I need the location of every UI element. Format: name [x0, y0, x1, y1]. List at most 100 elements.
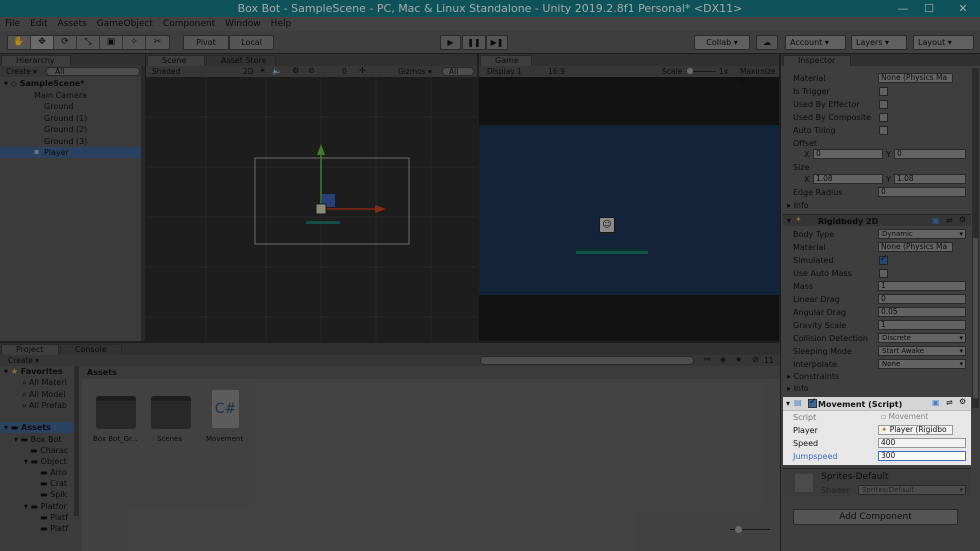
tab-inspector[interactable]: Inspector	[783, 55, 851, 66]
linear-drag-field[interactable]: 0	[878, 294, 966, 304]
assets-folder[interactable]: ▾ ▬ Assets	[0, 422, 80, 433]
size-x-field[interactable]: 1.08	[813, 174, 883, 184]
preset-icon[interactable]: ⇌	[946, 216, 953, 225]
scene-search-input[interactable]: All	[442, 67, 474, 76]
gravity-scale-field[interactable]: 1	[878, 320, 966, 330]
is-trigger-checkbox[interactable]	[879, 87, 888, 96]
hierarchy-item[interactable]: Ground	[44, 102, 73, 111]
movement-enabled-checkbox[interactable]	[808, 397, 817, 408]
maximize-button[interactable]: ☐	[918, 0, 940, 17]
menu-window[interactable]: Window	[220, 19, 266, 29]
tab-project[interactable]: Project	[1, 344, 59, 355]
game-viewport[interactable]: ☺	[479, 125, 779, 295]
hierarchy-item[interactable]: Ground (2)	[44, 125, 87, 134]
collider-material-field[interactable]: None (Physics Ma	[878, 73, 953, 83]
size-y-field[interactable]: 1.08	[894, 174, 966, 184]
hand-tool-icon[interactable]: ✋	[8, 36, 31, 49]
tab-scene[interactable]: Scene	[147, 55, 205, 66]
angular-drag-field[interactable]: 0.05	[878, 307, 966, 317]
simulated-checkbox[interactable]	[879, 254, 888, 265]
menu-file[interactable]: File	[0, 19, 25, 29]
minimize-button[interactable]: —	[892, 0, 914, 17]
hidden-packages-icon[interactable]: ⊘	[752, 355, 759, 364]
rotate-tool-icon[interactable]: ⟳	[54, 36, 77, 49]
tab-hierarchy[interactable]: Hierarchy	[1, 55, 71, 66]
cloud-icon[interactable]: ☁	[756, 35, 778, 50]
tab-asset-store[interactable]: Asset Store	[206, 55, 276, 66]
tab-game[interactable]: Game	[480, 55, 532, 66]
tab-console[interactable]: Console	[60, 344, 122, 355]
hierarchy-create-button[interactable]: Create ▾	[6, 67, 37, 76]
player-field[interactable]: ✦ Player (Rigidbo	[878, 425, 953, 435]
used-by-effector-checkbox[interactable]	[879, 100, 888, 109]
menu-component[interactable]: Component	[158, 19, 220, 29]
favorite-item[interactable]: ⌕ All Prefab	[22, 401, 67, 411]
add-component-button[interactable]: Add Component	[793, 509, 958, 525]
move-tool-icon[interactable]: ✥	[31, 36, 54, 49]
pivot-button[interactable]: Pivot	[183, 35, 229, 50]
help-icon[interactable]: ▣	[932, 216, 940, 225]
edge-radius-field[interactable]: 0	[878, 187, 966, 197]
rb-info-foldout[interactable]: ▸ Info	[787, 384, 809, 393]
project-tree-scrollbar[interactable]	[74, 366, 79, 516]
transform-tool-icon[interactable]: ✧	[123, 36, 146, 49]
csharp-script-icon[interactable]: C#	[212, 390, 239, 428]
play-button[interactable]: ▶	[440, 35, 461, 50]
scale-slider-thumb[interactable]	[687, 68, 693, 74]
scene-root[interactable]: ▾ ◇ SampleScene*	[4, 79, 84, 88]
used-by-composite-checkbox[interactable]	[879, 113, 888, 122]
collider-info-foldout[interactable]: ▸ Info	[787, 201, 809, 210]
folder-tree-item[interactable]: ▬ Arro	[40, 468, 67, 477]
pause-button[interactable]: ❚❚	[462, 35, 486, 50]
hierarchy-item[interactable]: Main Camera	[34, 91, 87, 100]
settings-gear-icon[interactable]: ⚙	[959, 397, 966, 406]
collab-button[interactable]: Collab ▾	[694, 35, 750, 50]
collision-detection-dropdown[interactable]: Discrete	[878, 333, 966, 343]
favorites-folder[interactable]: ▾ ★ Favorites	[4, 367, 63, 376]
filter-type-icon[interactable]: ⚯	[704, 355, 711, 364]
folder-tree-item[interactable]: ▾ ▬ Platfor	[24, 502, 67, 511]
project-search-input[interactable]	[480, 356, 694, 365]
layers-dropdown[interactable]: Layers ▾	[851, 35, 907, 50]
project-create-button[interactable]: Create ▾	[8, 356, 39, 365]
folder-tree-item[interactable]: ▬ Platf	[40, 513, 68, 522]
hierarchy-item[interactable]: Ground (1)	[44, 114, 87, 123]
2d-toggle[interactable]: 2D	[243, 67, 254, 76]
custom-tool-icon[interactable]: ✂	[146, 36, 169, 49]
menu-help[interactable]: Help	[266, 19, 297, 29]
rb-material-field[interactable]: None (Physics Ma	[878, 242, 953, 252]
rect-tool-icon[interactable]: ▣	[100, 36, 123, 49]
inspector-scrollbar[interactable]	[972, 68, 979, 408]
folder-tree-item[interactable]: ▬ Platf	[40, 524, 68, 533]
settings-gear-icon[interactable]: ⚙	[959, 215, 966, 224]
folder-tree-item[interactable]: ▬ Spik	[40, 490, 67, 499]
offset-x-field[interactable]: 0	[813, 149, 883, 159]
shader-dropdown[interactable]: Sprites/Default	[858, 485, 966, 495]
hierarchy-scrollbar[interactable]	[141, 66, 145, 341]
hierarchy-item[interactable]: Ground (3)	[44, 137, 87, 146]
favorite-item[interactable]: ⌕ All Materi	[22, 378, 67, 388]
preset-icon[interactable]: ⇌	[946, 398, 953, 407]
audio-icon[interactable]: 🔈	[272, 66, 282, 75]
interpolate-dropdown[interactable]: None	[878, 359, 966, 369]
folder-tree-item[interactable]: ▬ Charac	[30, 446, 68, 455]
favorite-item[interactable]: ⌕ All Model	[22, 390, 66, 400]
menu-assets[interactable]: Assets	[53, 19, 92, 29]
hidden-objects-icon[interactable]: ⊘	[308, 66, 315, 75]
folder-icon[interactable]	[96, 396, 136, 429]
menu-gameobject[interactable]: GameObject	[92, 19, 158, 29]
inspector-scrollbar-thumb[interactable]	[973, 238, 978, 398]
use-auto-mass-checkbox[interactable]	[879, 269, 888, 278]
light-icon[interactable]: ☀	[259, 66, 266, 75]
crosshair-icon[interactable]: ✛	[359, 66, 366, 75]
sleeping-mode-dropdown[interactable]: Start Awake	[878, 346, 966, 356]
folder-tree-item[interactable]: ▬ Crat	[40, 479, 67, 488]
auto-tiling-checkbox[interactable]	[879, 126, 888, 135]
folder-tree-item[interactable]: ▾ ▬ Box Bot	[14, 435, 62, 444]
menu-edit[interactable]: Edit	[25, 19, 52, 29]
mass-field[interactable]: 1	[878, 281, 966, 291]
folder-icon[interactable]	[151, 396, 191, 429]
rigidbody-header[interactable]: ▾ ✦ Rigidbody 2D ▣ ⇌ ⚙	[783, 214, 971, 226]
step-button[interactable]: ▶❚	[486, 35, 508, 50]
effects-icon[interactable]: ⚙	[292, 66, 299, 75]
